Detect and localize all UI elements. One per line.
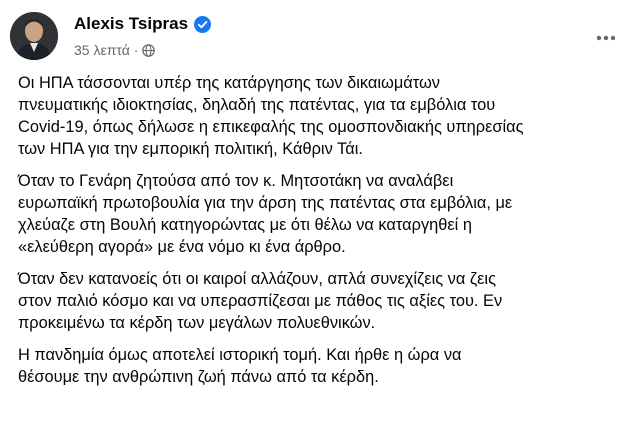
- post-paragraph-2: Όταν το Γενάρη ζητούσα από τον κ. Μητσοτ…: [18, 172, 513, 256]
- avatar-image: [10, 12, 58, 60]
- author-line: Alexis Tsipras: [74, 14, 212, 34]
- globe-icon[interactable]: [142, 43, 156, 57]
- post-paragraph-4: Η πανδημία όμως αποτελεί ιστορική τομή. …: [18, 346, 462, 386]
- verified-badge-icon: [194, 15, 212, 33]
- post-paragraph-3: Όταν δεν κατανοείς ότι οι καιροί αλλάζου…: [18, 270, 503, 332]
- post-timestamp[interactable]: 35 λεπτά: [74, 42, 130, 58]
- post-body: Οι ΗΠΑ τάσσονται υπέρ της κατάργησης των…: [18, 72, 628, 398]
- post-paragraph-1: Οι ΗΠΑ τάσσονται υπέρ της κατάργησης των…: [18, 74, 524, 158]
- more-options-icon: [596, 35, 616, 41]
- post-meta: 35 λεπτά ·: [74, 42, 156, 58]
- avatar[interactable]: [10, 12, 58, 60]
- more-options-button[interactable]: [592, 28, 620, 48]
- meta-separator: ·: [133, 42, 139, 58]
- facebook-post: Alexis Tsipras 35 λεπτά · Οι ΗΠΑ τάσσοντ…: [0, 0, 640, 433]
- author-name[interactable]: Alexis Tsipras: [74, 14, 188, 34]
- post-header: Alexis Tsipras 35 λεπτά ·: [8, 6, 632, 66]
